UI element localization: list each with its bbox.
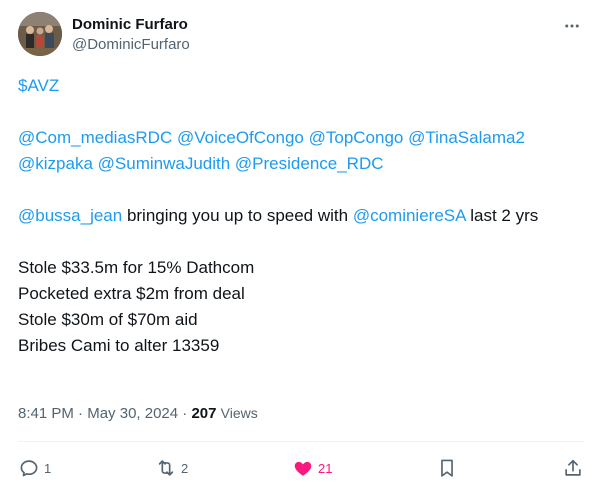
like-button[interactable]: 21 bbox=[292, 457, 332, 479]
mention-link[interactable]: @SuminwaJudith bbox=[98, 154, 231, 173]
meta-separator: · bbox=[78, 405, 84, 422]
author-names: Dominic Furfaro @DominicFurfaro bbox=[72, 12, 190, 55]
tweet-date[interactable]: May 30, 2024 bbox=[87, 405, 178, 422]
tweet-meta: 8:41 PM · May 30, 2024 · 207 Views bbox=[18, 402, 258, 425]
divider bbox=[18, 441, 584, 442]
tweet-time[interactable]: 8:41 PM bbox=[18, 405, 74, 422]
bookmark-button[interactable] bbox=[436, 457, 458, 479]
action-bar: 1 2 21 bbox=[18, 455, 584, 481]
mention-link[interactable]: @VoiceOfCongo bbox=[177, 128, 304, 147]
avatar-photo bbox=[18, 12, 62, 56]
share-button[interactable] bbox=[562, 457, 584, 479]
repost-button[interactable]: 2 bbox=[155, 457, 188, 479]
sentence-text: last 2 yrs bbox=[465, 206, 539, 225]
point-line: Bribes Cami to alter 13359 bbox=[18, 336, 220, 355]
sentence-text: bringing you up to speed with bbox=[122, 206, 353, 225]
tweet: Dominic Furfaro @DominicFurfaro $AVZ @Co… bbox=[0, 0, 598, 495]
like-count: 21 bbox=[318, 460, 333, 476]
mention-link[interactable]: @TinaSalama2 bbox=[408, 128, 525, 147]
mention-link[interactable]: @bussa_jean bbox=[18, 206, 122, 225]
mention-link[interactable]: @TopCongo bbox=[309, 128, 404, 147]
heart-icon bbox=[294, 461, 312, 476]
reply-count: 1 bbox=[44, 460, 52, 476]
handle[interactable]: @DominicFurfaro bbox=[72, 35, 190, 55]
bookmark-icon bbox=[441, 459, 454, 477]
mention-link[interactable]: @Presidence_RDC bbox=[235, 154, 384, 173]
display-name[interactable]: Dominic Furfaro bbox=[72, 15, 190, 35]
point-line: Pocketed extra $2m from deal bbox=[18, 284, 245, 303]
cashtag-line: $AVZ bbox=[18, 73, 584, 99]
views-count: 207 bbox=[191, 405, 217, 422]
cashtag-link[interactable]: $AVZ bbox=[18, 76, 59, 95]
tweet-header: Dominic Furfaro @DominicFurfaro bbox=[18, 12, 584, 60]
reply-icon bbox=[20, 460, 38, 477]
point-line: Stole $33.5m for 15% Dathcom bbox=[18, 258, 255, 277]
more-options-button[interactable] bbox=[562, 16, 582, 36]
repost-icon bbox=[158, 460, 174, 476]
views-label: Views bbox=[220, 405, 258, 421]
share-icon bbox=[565, 459, 581, 476]
mention-link[interactable]: @kizpaka bbox=[18, 154, 93, 173]
mentions-line-1: @Com_mediasRDC @VoiceOfCongo @TopCongo @… bbox=[18, 125, 584, 151]
point-line: Stole $30m of $70m aid bbox=[18, 310, 198, 329]
meta-separator: · bbox=[182, 405, 188, 422]
mentions-line-2: @kizpaka @SuminwaJudith @Presidence_RDC bbox=[18, 151, 584, 177]
sentence-line: @bussa_jean bringing you up to speed wit… bbox=[18, 203, 584, 229]
mention-link[interactable]: @Com_mediasRDC bbox=[18, 128, 172, 147]
tweet-text: $AVZ @Com_mediasRDC @VoiceOfCongo @TopCo… bbox=[18, 73, 584, 359]
more-horizontal-icon bbox=[565, 24, 579, 28]
reply-button[interactable]: 1 bbox=[18, 457, 51, 479]
avatar[interactable] bbox=[18, 12, 62, 56]
repost-count: 2 bbox=[181, 460, 189, 476]
mention-link[interactable]: @cominiereSA bbox=[353, 206, 466, 225]
